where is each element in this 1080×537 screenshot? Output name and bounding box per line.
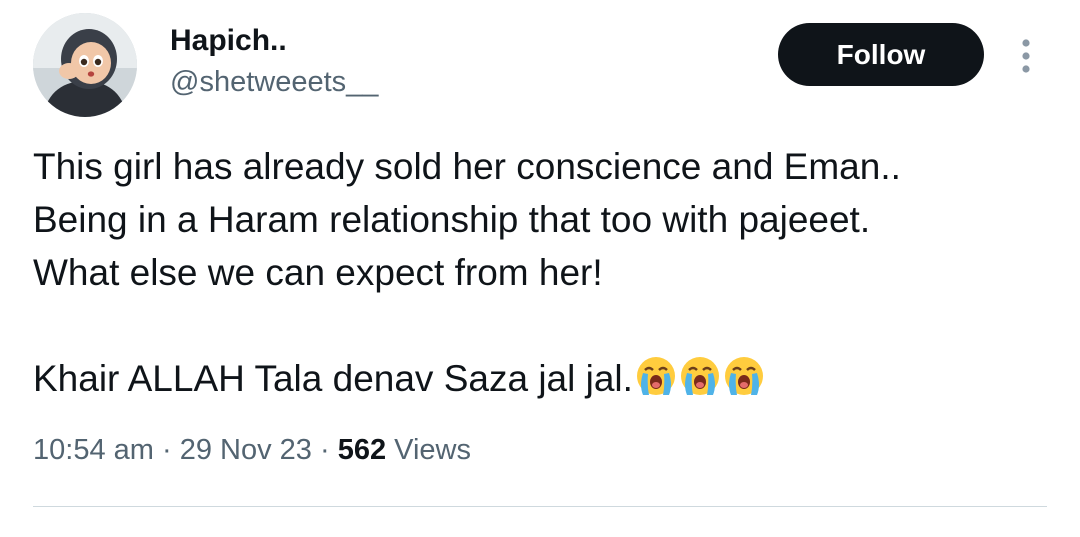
emoji-group xyxy=(635,355,765,397)
views-count[interactable]: 562 xyxy=(338,434,386,466)
follow-button[interactable]: Follow xyxy=(778,23,984,86)
tweet-second-paragraph: Khair ALLAH Tala denav Saza jal jal. xyxy=(33,358,633,399)
meta-separator: · xyxy=(319,434,330,466)
loudly-crying-face-icon xyxy=(636,357,675,395)
loudly-crying-face-icon xyxy=(680,357,719,395)
tweet-line: Being in a Haram relationship that too w… xyxy=(33,199,871,240)
display-name[interactable]: Hapich.. xyxy=(170,24,287,58)
divider xyxy=(33,506,1047,507)
tweet-line: What else we can expect from her! xyxy=(33,252,603,293)
loudly-crying-face-icon xyxy=(724,357,763,395)
user-handle[interactable]: @shetweeets__ xyxy=(170,66,378,99)
tweet-text: This girl has already sold her conscienc… xyxy=(33,140,1043,405)
avatar-image xyxy=(33,13,137,117)
tweet-meta: 10:54 am · 29 Nov 23 · 562 Views xyxy=(33,434,471,467)
more-vertical-icon xyxy=(1022,39,1030,73)
tweet-line: This girl has already sold her conscienc… xyxy=(33,146,901,187)
tweet-time[interactable]: 10:54 am xyxy=(33,434,154,466)
meta-separator: · xyxy=(161,434,172,466)
views-label[interactable]: Views xyxy=(394,434,471,466)
tweet-line: Khair ALLAH Tala denav Saza jal jal. xyxy=(33,352,1043,405)
avatar[interactable] xyxy=(33,13,137,117)
tweet-date[interactable]: 29 Nov 23 xyxy=(180,434,312,466)
more-options-button[interactable] xyxy=(1010,34,1042,78)
